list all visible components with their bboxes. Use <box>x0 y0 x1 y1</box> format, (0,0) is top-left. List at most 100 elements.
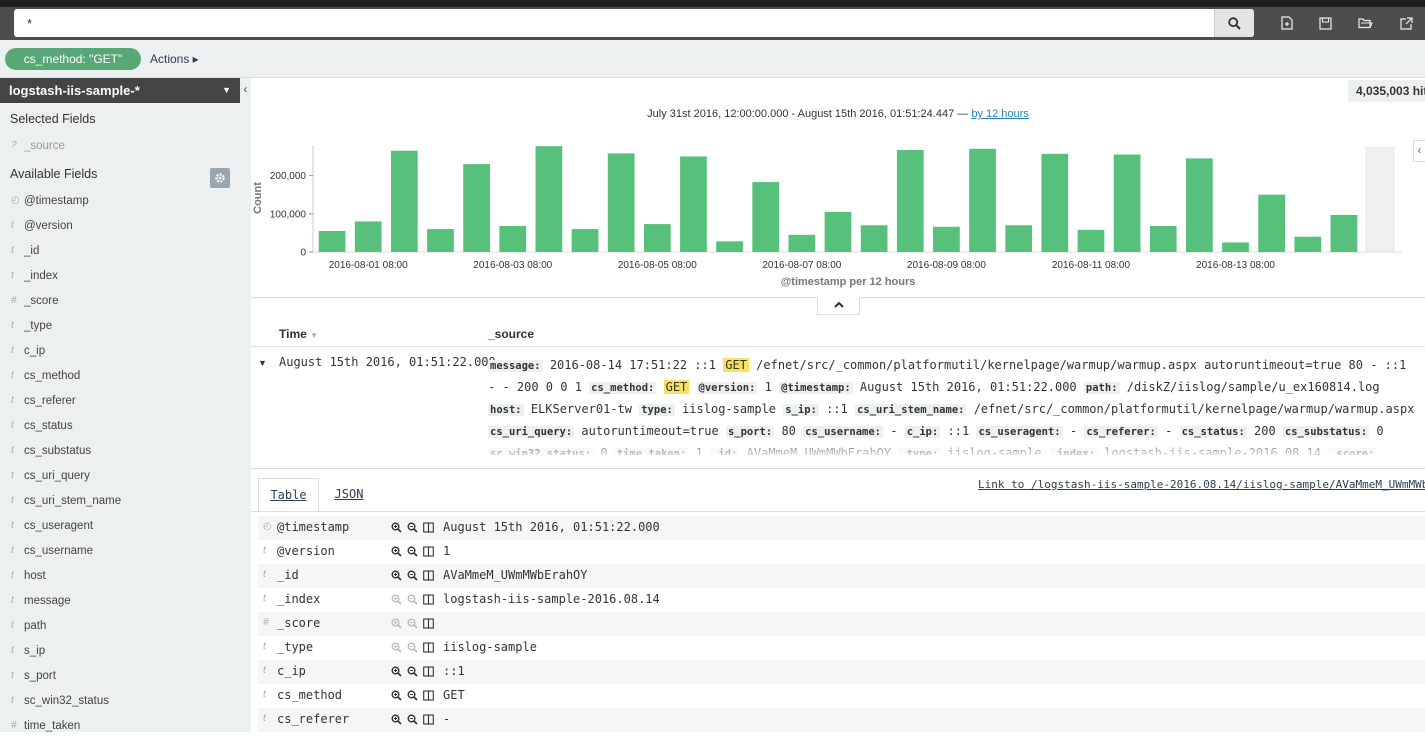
sidebar-field[interactable]: t _index <box>0 270 240 295</box>
histogram-bar[interactable] <box>571 229 599 252</box>
histogram-bar[interactable] <box>824 211 852 252</box>
histogram-bar[interactable] <box>1294 236 1322 252</box>
document-link[interactable]: Link to /logstash-iis-sample-2016.08.14/… <box>978 478 1425 491</box>
histogram-bar[interactable] <box>643 224 671 252</box>
filter-out-value-icon[interactable] <box>406 640 418 654</box>
sidebar-field[interactable]: t @version <box>0 220 240 245</box>
histogram-bar[interactable] <box>1041 153 1069 252</box>
sidebar-field[interactable]: t cs_referer <box>0 395 240 420</box>
tab-table[interactable]: Table <box>258 478 319 512</box>
sidebar-field[interactable]: ◴ @timestamp <box>0 195 240 220</box>
index-pattern-selector[interactable]: logstash-iis-sample-* ▼ <box>0 78 240 103</box>
sidebar-field[interactable]: t cs_method <box>0 370 240 395</box>
new-search-icon[interactable] <box>1277 14 1297 32</box>
histogram-bar[interactable] <box>1005 225 1033 252</box>
histogram-bar[interactable] <box>535 146 563 252</box>
histogram-bar[interactable] <box>1149 226 1177 252</box>
histogram-bar[interactable] <box>680 156 707 252</box>
row-expand-icon[interactable]: ▼ <box>258 358 267 368</box>
histogram-bar[interactable] <box>499 226 527 252</box>
tab-json[interactable]: JSON <box>325 478 373 512</box>
selected-field-source[interactable]: ? _source <box>0 140 240 165</box>
histogram-bar[interactable] <box>1077 229 1105 252</box>
filter-out-value-icon[interactable] <box>406 544 418 558</box>
sidebar-field[interactable]: t cs_status <box>0 420 240 445</box>
filter-out-value-icon[interactable] <box>406 688 418 702</box>
filter-for-value-icon[interactable] <box>390 568 402 582</box>
sidebar-field[interactable]: t cs_substatus <box>0 445 240 470</box>
histogram-bar[interactable] <box>752 182 780 252</box>
toggle-column-icon[interactable] <box>422 592 434 606</box>
collapse-chart-icon[interactable]: ‹ <box>1413 140 1425 162</box>
toggle-column-icon[interactable] <box>422 688 434 702</box>
histogram-bar[interactable] <box>1330 214 1358 252</box>
column-header-time[interactable]: Time ▼ <box>279 327 318 341</box>
histogram-bar[interactable] <box>318 230 346 252</box>
sidebar-field[interactable]: t path <box>0 620 240 645</box>
filter-for-value-icon[interactable] <box>390 592 402 606</box>
sidebar-field[interactable]: t cs_username <box>0 545 240 570</box>
toggle-column-icon[interactable] <box>422 616 434 630</box>
field-settings-button[interactable] <box>210 168 230 188</box>
histogram-bar[interactable] <box>896 149 924 252</box>
histogram-bar[interactable] <box>607 153 635 252</box>
sidebar-field[interactable]: t cs_useragent <box>0 520 240 545</box>
open-search-icon[interactable] <box>1355 14 1375 32</box>
search-input[interactable] <box>14 9 1214 37</box>
sidebar-field[interactable]: t c_ip <box>0 345 240 370</box>
sidebar-field[interactable]: t cs_uri_stem_name <box>0 495 240 520</box>
sidebar-field[interactable]: # time_taken <box>0 720 240 745</box>
filter-for-value-icon[interactable] <box>390 712 402 726</box>
filter-for-value-icon[interactable] <box>390 616 402 630</box>
detail-field-name: _index <box>277 592 321 606</box>
histogram-bar[interactable] <box>354 221 382 252</box>
histogram-bar[interactable] <box>1222 242 1249 252</box>
histogram-bar[interactable] <box>1113 154 1141 252</box>
histogram-bar[interactable] <box>860 225 888 252</box>
sidebar-field[interactable]: t s_ip <box>0 645 240 670</box>
search-button[interactable] <box>1214 9 1254 37</box>
filter-pill-cs-method[interactable]: cs_method: "GET" <box>5 48 141 70</box>
sidebar-field[interactable]: t _id <box>0 245 240 270</box>
filter-for-value-icon[interactable] <box>390 544 402 558</box>
toggle-column-icon[interactable] <box>422 664 434 678</box>
histogram-bar[interactable] <box>427 229 454 252</box>
sidebar-field[interactable]: t cs_uri_query <box>0 470 240 495</box>
collapse-sidebar-icon[interactable]: ‹ <box>240 82 251 100</box>
histogram-bar[interactable] <box>1186 158 1213 252</box>
filter-out-value-icon[interactable] <box>406 616 418 630</box>
sidebar-field[interactable]: t host <box>0 570 240 595</box>
toggle-column-icon[interactable] <box>422 640 434 654</box>
filter-out-value-icon[interactable] <box>406 712 418 726</box>
histogram-bar[interactable] <box>788 234 816 252</box>
toggle-column-icon[interactable] <box>422 544 434 558</box>
sidebar-field[interactable]: t sc_win32_status <box>0 695 240 720</box>
interval-link[interactable]: by 12 hours <box>971 108 1028 120</box>
sort-icon[interactable]: ▼ <box>310 331 318 340</box>
histogram-bar[interactable] <box>933 226 960 252</box>
filter-for-value-icon[interactable] <box>390 520 402 534</box>
save-search-icon[interactable] <box>1315 14 1335 32</box>
chevron-up-icon[interactable] <box>817 297 860 315</box>
filter-actions-link[interactable]: Actions ▸ <box>150 52 199 66</box>
histogram-bar[interactable] <box>390 150 418 252</box>
filter-out-value-icon[interactable] <box>406 592 418 606</box>
filter-out-value-icon[interactable] <box>406 568 418 582</box>
histogram-bar[interactable] <box>716 241 743 252</box>
share-icon[interactable] <box>1396 14 1416 32</box>
sidebar-field[interactable]: t message <box>0 595 240 620</box>
toggle-column-icon[interactable] <box>422 568 434 582</box>
filter-out-value-icon[interactable] <box>406 520 418 534</box>
histogram-bar[interactable] <box>1258 194 1286 252</box>
filter-for-value-icon[interactable] <box>390 664 402 678</box>
toggle-column-icon[interactable] <box>422 520 434 534</box>
filter-out-value-icon[interactable] <box>406 664 418 678</box>
filter-for-value-icon[interactable] <box>390 640 402 654</box>
sidebar-field[interactable]: t _type <box>0 320 240 345</box>
histogram-bar[interactable] <box>463 164 490 252</box>
sidebar-field[interactable]: # _score <box>0 295 240 320</box>
filter-for-value-icon[interactable] <box>390 688 402 702</box>
histogram-bar[interactable] <box>969 148 996 252</box>
toggle-column-icon[interactable] <box>422 712 434 726</box>
sidebar-field[interactable]: t s_port <box>0 670 240 695</box>
